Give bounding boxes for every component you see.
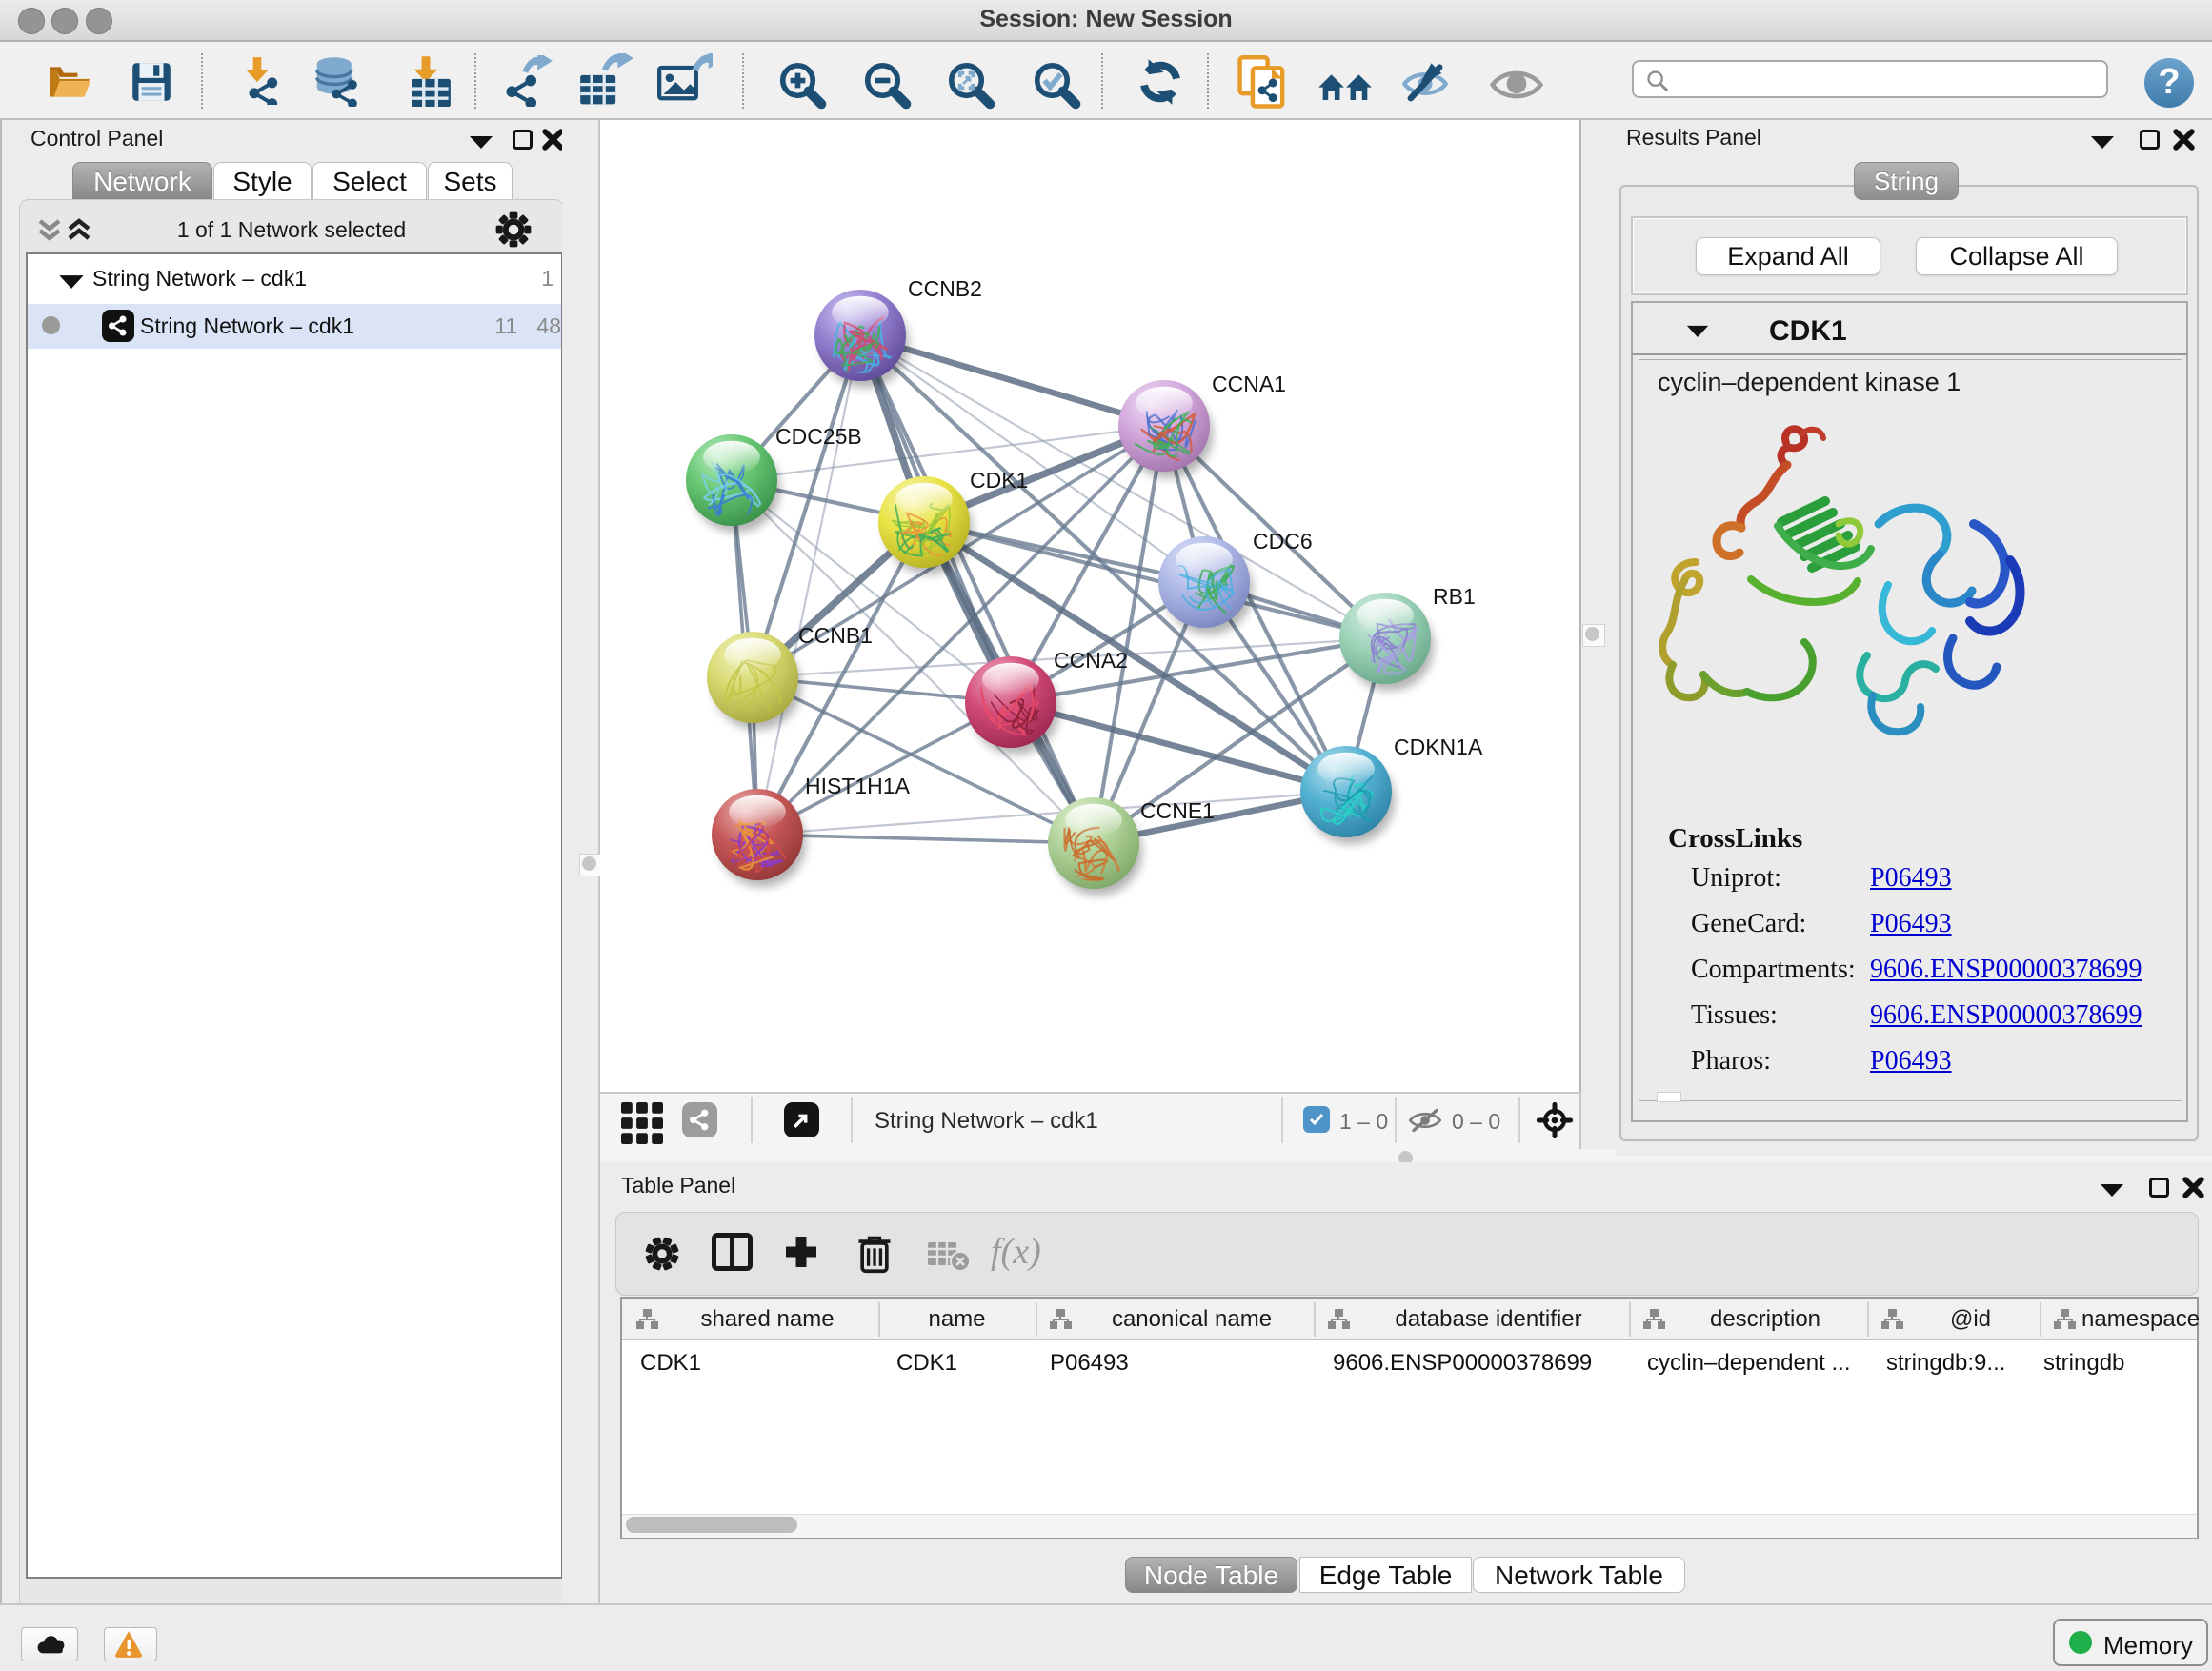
svg-text:CCNA1: CCNA1: [1212, 372, 1286, 396]
svg-text:CDC6: CDC6: [1253, 529, 1313, 554]
svg-text:CDKN1A: CDKN1A: [1394, 735, 1483, 759]
svg-text:CCNB2: CCNB2: [908, 276, 982, 301]
svg-text:RB1: RB1: [1433, 584, 1476, 609]
svg-text:CCNB1: CCNB1: [798, 623, 873, 648]
svg-text:HIST1H1A: HIST1H1A: [805, 774, 911, 798]
svg-text:CCNA2: CCNA2: [1054, 648, 1128, 673]
svg-text:CCNE1: CCNE1: [1140, 798, 1215, 823]
svg-text:CDC25B: CDC25B: [775, 424, 862, 449]
svg-text:CDK1: CDK1: [970, 468, 1028, 493]
